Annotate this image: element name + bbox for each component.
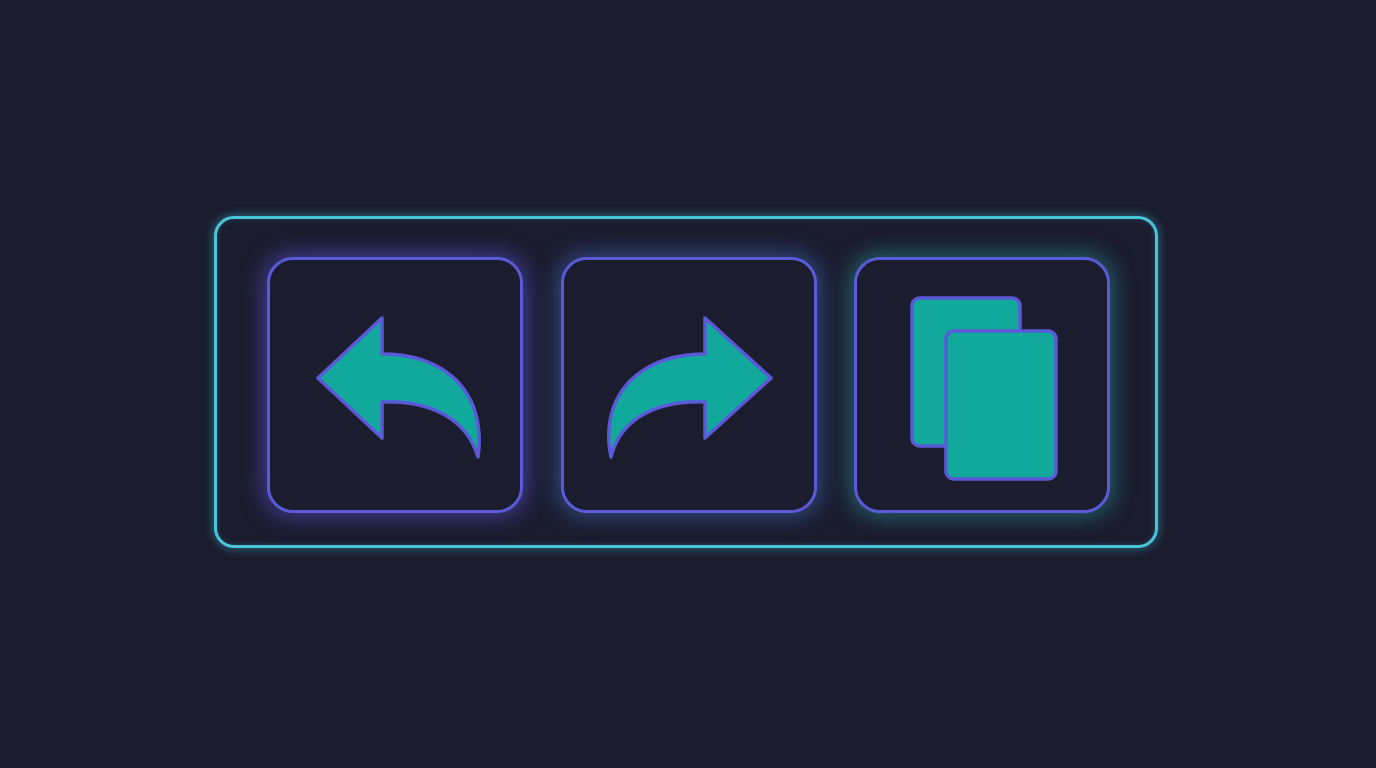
undo-arrow-icon: [316, 316, 481, 459]
copy-icon: [910, 296, 1058, 481]
edit-toolbar: [214, 216, 1158, 548]
copy-button[interactable]: [854, 257, 1110, 513]
redo-button[interactable]: [561, 257, 817, 513]
undo-button[interactable]: [267, 257, 523, 513]
canvas: [0, 0, 1376, 768]
redo-arrow-icon: [607, 316, 773, 459]
